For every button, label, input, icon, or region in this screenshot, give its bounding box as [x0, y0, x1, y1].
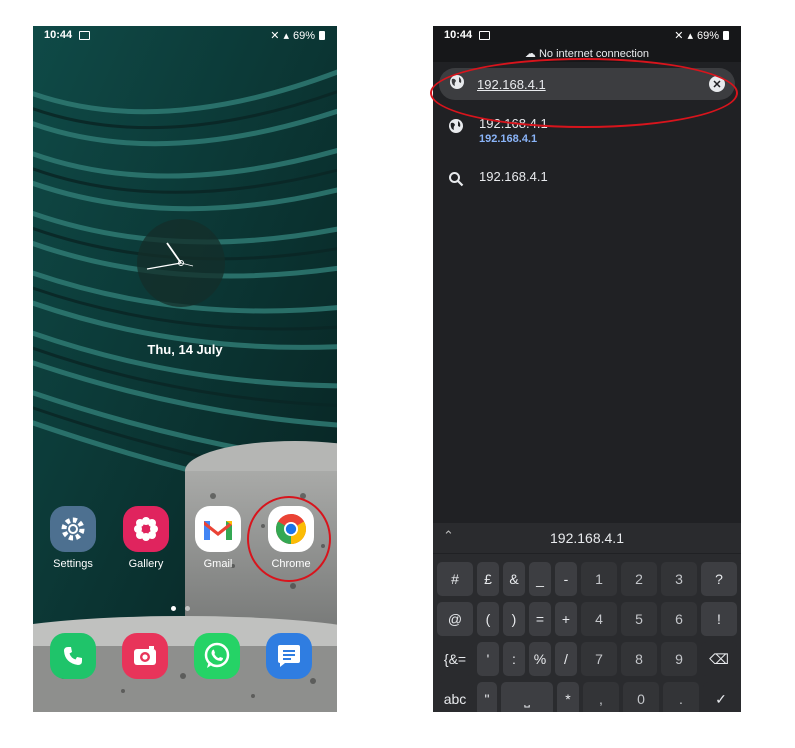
- key[interactable]: abc: [437, 682, 473, 712]
- key[interactable]: !: [701, 602, 737, 636]
- key[interactable]: +: [555, 602, 577, 636]
- key[interactable]: 0: [623, 682, 659, 712]
- page-dot: [171, 606, 176, 611]
- page-dot: [185, 606, 190, 611]
- key[interactable]: 8: [621, 642, 657, 676]
- key[interactable]: -: [555, 562, 577, 596]
- key[interactable]: ': [477, 642, 499, 676]
- camera-icon[interactable]: [122, 633, 168, 679]
- search-icon: [433, 169, 479, 187]
- date-label: Thu, 14 July: [147, 342, 223, 357]
- keyboard-suggestion-bar[interactable]: ⌃ 192.168.4.1: [433, 523, 741, 553]
- app-label: Gmail: [203, 558, 233, 570]
- mute-icon: ✕: [270, 30, 280, 42]
- key[interactable]: &: [503, 562, 525, 596]
- page-indicator: [171, 606, 190, 611]
- globe-icon: [433, 116, 479, 134]
- key[interactable]: .: [663, 682, 699, 712]
- image-notification-icon: [479, 31, 490, 40]
- whatsapp-icon[interactable]: [194, 633, 240, 679]
- app-label: Gallery: [128, 558, 164, 570]
- suggestion-title: 192.168.4.1: [479, 169, 548, 184]
- address-bar-highlight-circle: [430, 58, 738, 128]
- gmail-icon: [195, 506, 241, 552]
- gallery-flower-icon: [123, 506, 169, 552]
- dock: [33, 633, 337, 683]
- app-label: Settings: [53, 558, 93, 570]
- keyboard: # £ & _ -1 2 3? @() = +4 5 6! {&= ':%/7 8 9 ⌫ abc " ⎵ *, 0. ✓: [433, 554, 741, 712]
- key[interactable]: :: [503, 642, 525, 676]
- key[interactable]: ?: [701, 562, 737, 596]
- home-screen: 10:44 ✕ ▴ 69% Thu, 14 July Settings Gall…: [33, 26, 337, 712]
- key[interactable]: ": [477, 682, 497, 712]
- key[interactable]: 6: [661, 602, 697, 636]
- key[interactable]: 2: [621, 562, 657, 596]
- key[interactable]: ⎵: [501, 682, 553, 712]
- key[interactable]: 5: [621, 602, 657, 636]
- key[interactable]: #: [437, 562, 473, 596]
- clock-hands-icon: [146, 242, 194, 270]
- key[interactable]: 1: [581, 562, 617, 596]
- key[interactable]: =: [529, 602, 551, 636]
- key[interactable]: £: [477, 562, 499, 596]
- key[interactable]: 3: [661, 562, 697, 596]
- key[interactable]: {&=: [437, 642, 473, 676]
- analog-clock-widget[interactable]: [137, 219, 225, 307]
- battery-percent: 69%: [696, 29, 719, 42]
- key[interactable]: %: [529, 642, 551, 676]
- key[interactable]: _: [529, 562, 551, 596]
- status-time: 10:44: [444, 29, 473, 41]
- suggestion-item[interactable]: 192.168.4.1: [433, 169, 741, 187]
- browser-screen: 10:44 ✕ ▴ 69% ☁ No internet connection 1…: [433, 26, 741, 712]
- status-bar: 10:44 ✕ ▴ 69%: [33, 26, 337, 46]
- battery-icon: [319, 31, 325, 40]
- mute-icon: ✕: [674, 30, 684, 42]
- keyboard-suggestion[interactable]: 192.168.4.1: [433, 530, 741, 546]
- key[interactable]: @: [437, 602, 473, 636]
- key[interactable]: 4: [581, 602, 617, 636]
- key[interactable]: *: [557, 682, 579, 712]
- key[interactable]: /: [555, 642, 577, 676]
- key[interactable]: ✓: [703, 682, 739, 712]
- phone-icon[interactable]: [50, 633, 96, 679]
- key[interactable]: (: [477, 602, 499, 636]
- status-time: 10:44: [44, 29, 73, 41]
- key[interactable]: 9: [661, 642, 697, 676]
- wifi-signal-icon: ▴: [687, 30, 693, 42]
- settings-gear-icon: [50, 506, 96, 552]
- key[interactable]: ,: [583, 682, 619, 712]
- key[interactable]: ⌫: [701, 642, 737, 676]
- settings-app[interactable]: Settings: [44, 506, 102, 570]
- status-bar: 10:44 ✕ ▴ 69%: [433, 26, 741, 46]
- key[interactable]: ): [503, 602, 525, 636]
- key[interactable]: 7: [581, 642, 617, 676]
- wifi-signal-icon: ▴: [283, 30, 289, 42]
- battery-icon: [723, 31, 729, 40]
- image-notification-icon: [79, 31, 90, 40]
- messages-icon[interactable]: [266, 633, 312, 679]
- chrome-highlight-circle: [247, 496, 331, 582]
- battery-percent: 69%: [292, 29, 315, 42]
- gmail-app[interactable]: Gmail: [189, 506, 247, 570]
- suggestion-url: 192.168.4.1: [479, 133, 538, 145]
- gallery-app[interactable]: Gallery: [117, 506, 175, 570]
- cloud-off-icon: ☁: [524, 48, 536, 60]
